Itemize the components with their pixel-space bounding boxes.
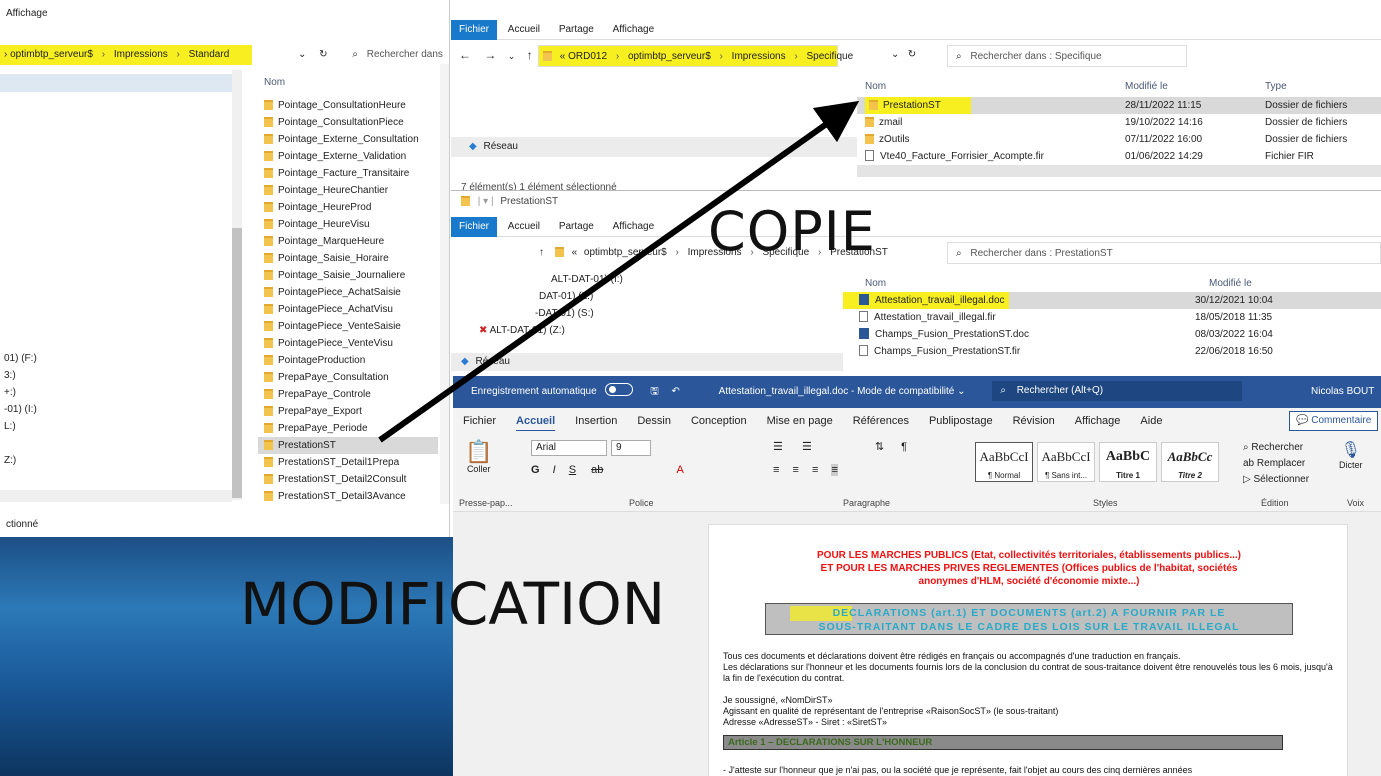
arrow-line [378,100,860,443]
copy-arrow [378,100,860,443]
